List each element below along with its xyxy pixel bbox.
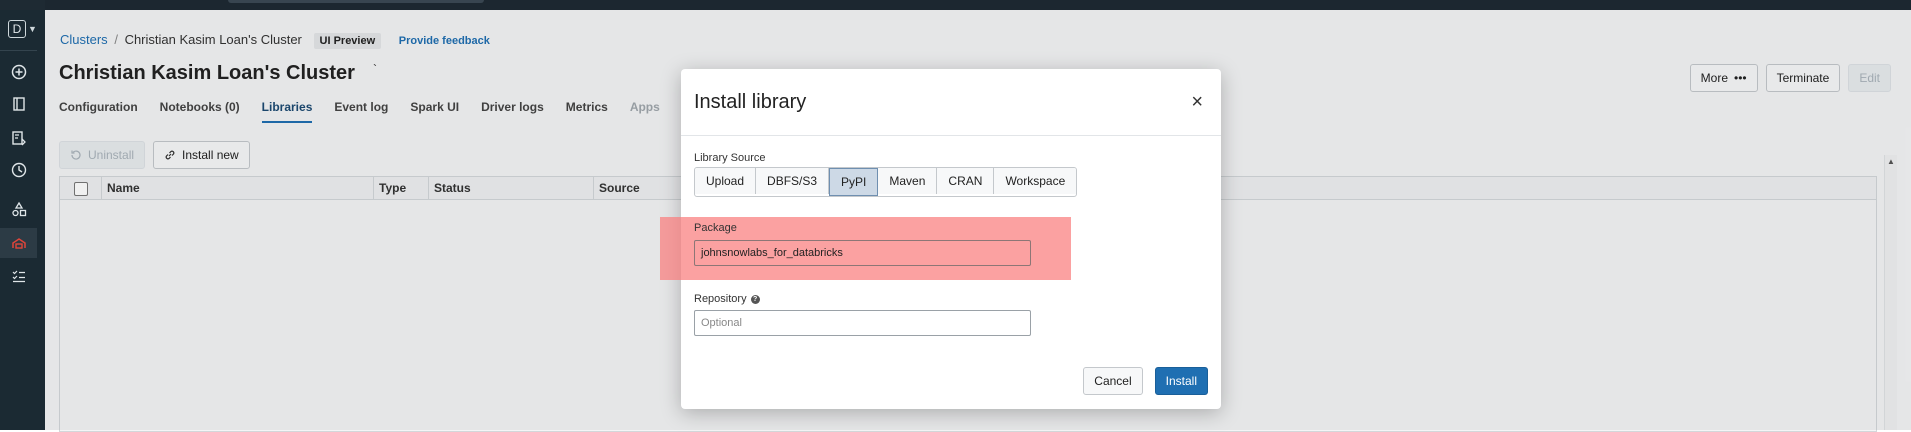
recents-icon[interactable] (0, 155, 37, 185)
install-button[interactable]: Install (1154, 367, 1208, 395)
package-label: Package (694, 222, 737, 234)
workspace-icon[interactable] (0, 89, 37, 119)
create-icon[interactable] (0, 57, 37, 87)
library-source-label: Library Source (694, 152, 766, 164)
source-workspace[interactable]: Workspace (994, 168, 1077, 194)
jobs-icon[interactable] (0, 261, 37, 291)
repos-icon[interactable] (0, 123, 37, 153)
left-sidebar: D ▼ (0, 10, 45, 430)
chevron-down-icon[interactable]: ▼ (28, 24, 37, 34)
repository-input[interactable]: Optional (694, 310, 1031, 336)
data-icon[interactable] (0, 194, 37, 224)
help-icon[interactable]: ? (750, 294, 760, 304)
source-maven[interactable]: Maven (878, 168, 938, 194)
package-input[interactable]: johnsnowlabs_for_databricks (694, 240, 1031, 266)
compute-icon[interactable] (0, 228, 37, 258)
sidebar-divider (0, 50, 37, 51)
library-source-selector: Upload DBFS/S3 PyPI Maven CRAN Workspace (694, 167, 1078, 197)
cancel-button[interactable]: Cancel (1083, 367, 1143, 395)
dialog-actions: Cancel Install (1083, 367, 1208, 395)
dialog-header: Install library × (681, 69, 1221, 136)
close-icon[interactable]: × (1191, 92, 1203, 112)
source-cran[interactable]: CRAN (937, 168, 995, 194)
source-upload[interactable]: Upload (695, 168, 757, 194)
source-pypi[interactable]: PyPI (829, 168, 879, 196)
source-dbfs-s3[interactable]: DBFS/S3 (756, 168, 830, 194)
workspace-switcher[interactable]: D (8, 20, 26, 38)
repository-label-text: Repository (694, 293, 747, 305)
repository-label: Repository? (694, 293, 760, 305)
dialog-title: Install library (694, 91, 807, 113)
